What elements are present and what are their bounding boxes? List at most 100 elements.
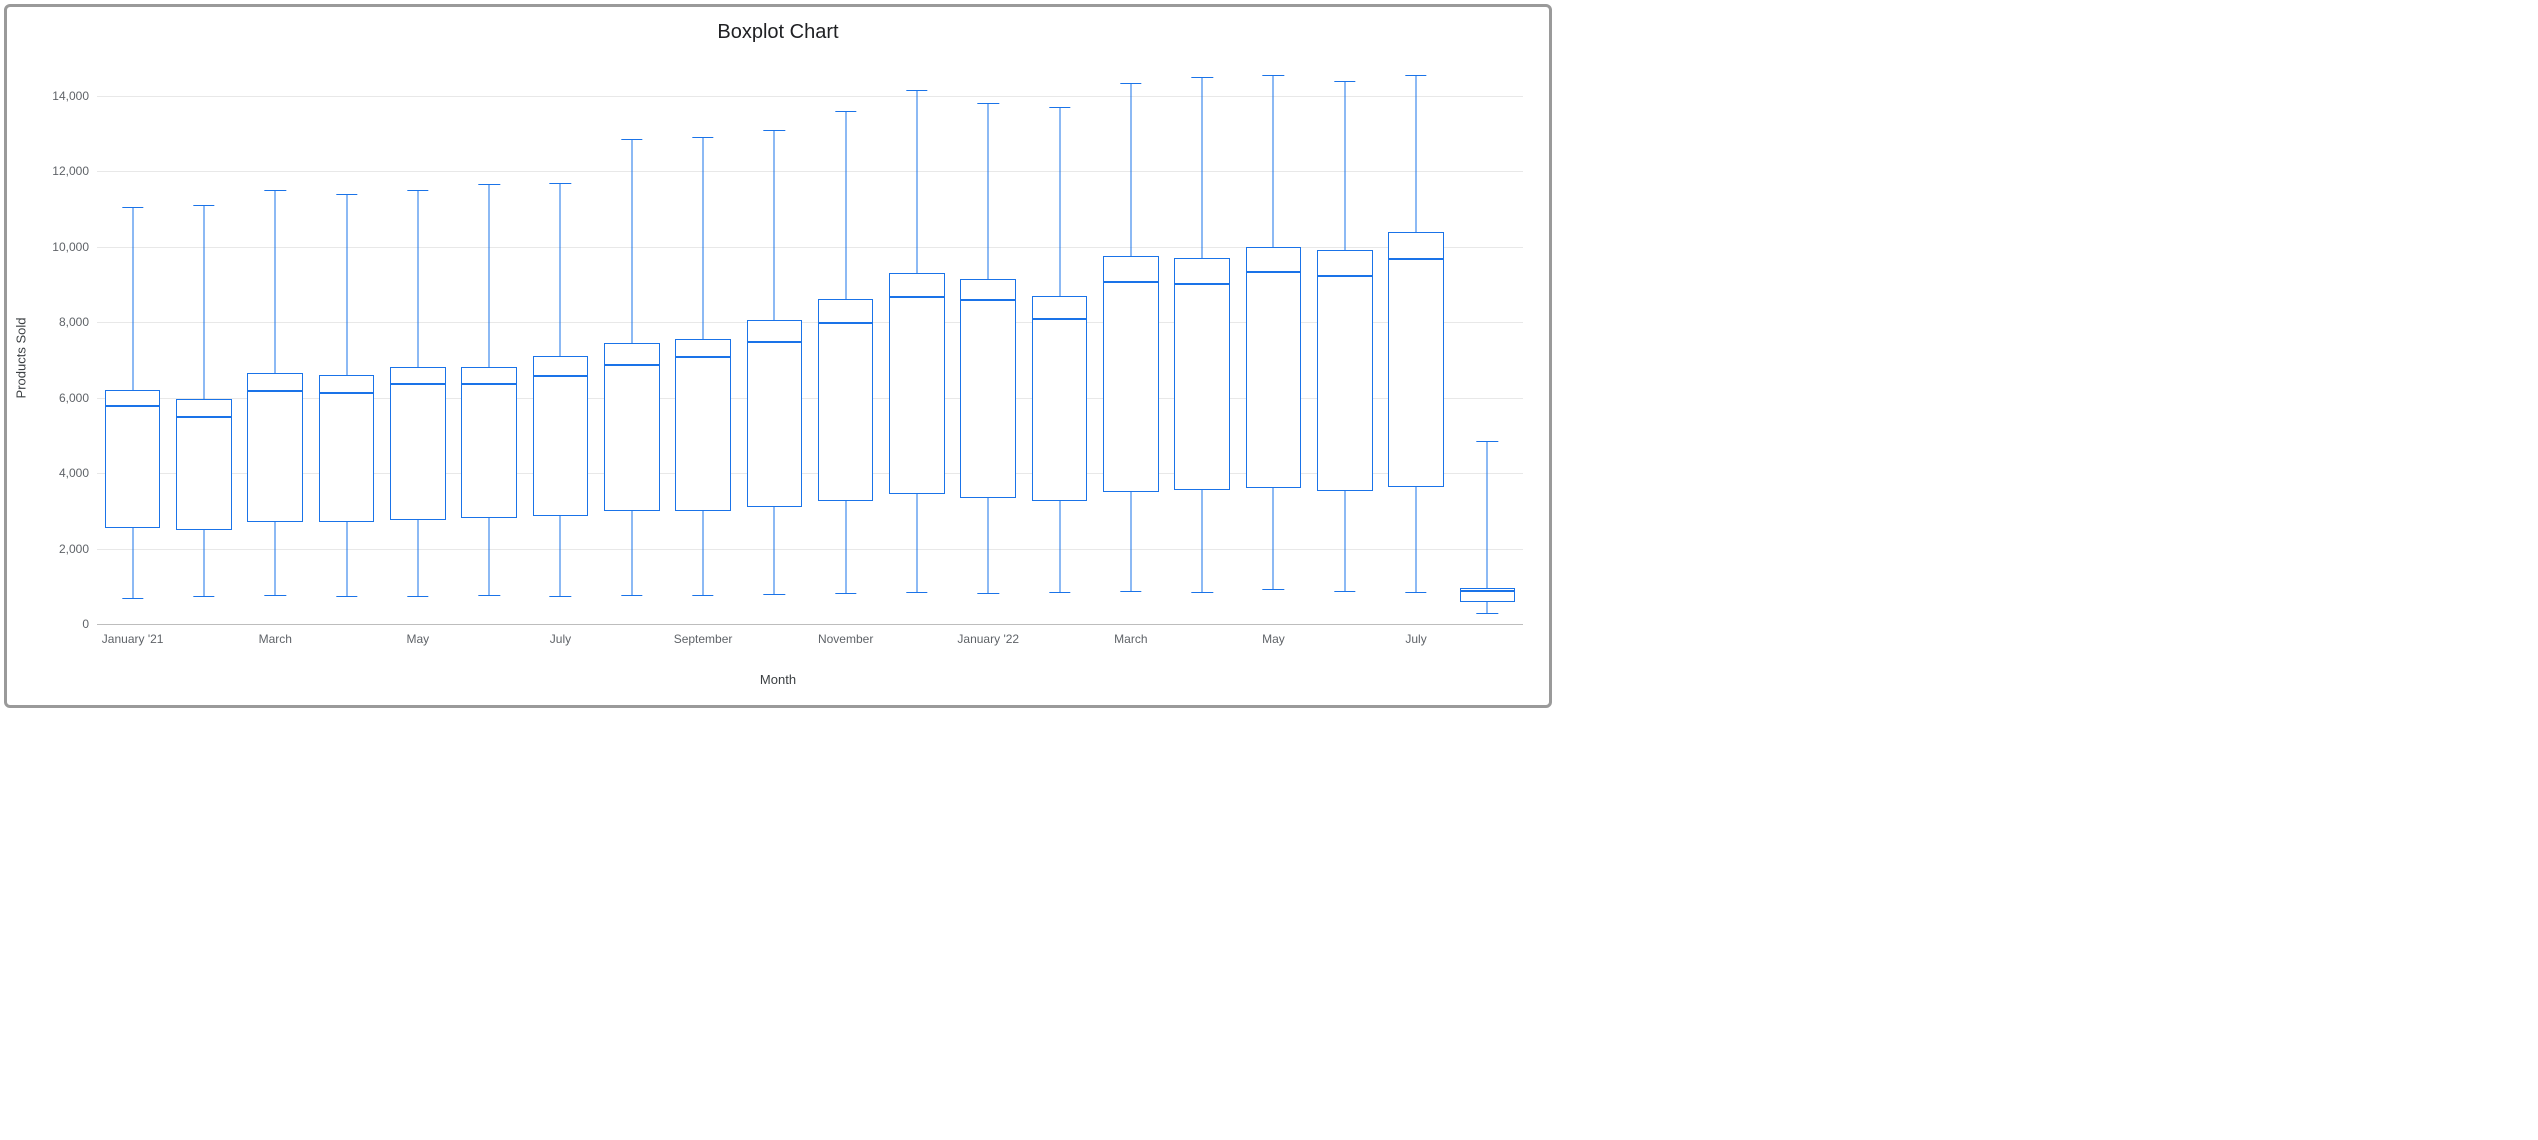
whisker-lower: [774, 507, 775, 594]
boxplot-item: [176, 58, 232, 624]
whisker-lower: [988, 498, 989, 593]
whisker-lower: [1487, 602, 1488, 613]
median-line: [1317, 275, 1373, 277]
x-tick-label: March: [1114, 632, 1147, 646]
boxplot-item: [1032, 58, 1088, 624]
x-tick-label: November: [818, 632, 873, 646]
median-line: [1032, 318, 1088, 320]
cap-min: [906, 592, 927, 593]
boxplot-item: [818, 58, 874, 624]
grid-line: [97, 473, 1523, 474]
cap-max: [265, 190, 286, 191]
grid-line: [97, 398, 1523, 399]
cap-max: [978, 103, 999, 104]
cap-min: [1334, 591, 1355, 592]
x-tick-label: May: [1262, 632, 1285, 646]
x-tick-label: March: [259, 632, 292, 646]
cap-min: [478, 595, 499, 596]
whisker-lower: [1273, 488, 1274, 589]
chart-title: Boxplot Chart: [19, 21, 1537, 44]
grid-line: [97, 549, 1523, 550]
whisker-upper: [774, 130, 775, 321]
median-line: [461, 383, 517, 385]
whisker-lower: [916, 494, 917, 592]
boxplot-item: [1317, 58, 1373, 624]
grid-line: [97, 322, 1523, 323]
cap-max: [1120, 83, 1141, 84]
cap-min: [1405, 592, 1426, 593]
median-line: [176, 416, 232, 418]
boxplot-item: [675, 58, 731, 624]
x-tick-label: May: [407, 632, 430, 646]
whisker-lower: [132, 528, 133, 598]
cap-min: [193, 596, 214, 597]
y-tick-label: 8,000: [59, 315, 89, 329]
cap-max: [906, 90, 927, 91]
whisker-upper: [845, 111, 846, 300]
cap-min: [978, 593, 999, 594]
cap-max: [835, 111, 856, 112]
cap-max: [1191, 77, 1212, 78]
boxplot-item: [1103, 58, 1159, 624]
iqr-box: [1388, 232, 1444, 488]
y-tick-label: 0: [82, 617, 89, 631]
plot-area: 02,0004,0006,0008,00010,00012,00014,000J…: [97, 58, 1523, 624]
cap-min: [621, 595, 642, 596]
cap-max: [1049, 107, 1070, 108]
iqr-box: [1032, 296, 1088, 502]
whisker-upper: [417, 190, 418, 367]
whisker-upper: [1273, 75, 1274, 247]
cap-max: [764, 130, 785, 131]
whisker-upper: [1344, 81, 1345, 251]
iqr-box: [675, 339, 731, 511]
boxplot-item: [247, 58, 303, 624]
cap-max: [1263, 75, 1284, 76]
cap-min: [550, 596, 571, 597]
iqr-box: [818, 299, 874, 501]
boxplot-item: [1174, 58, 1230, 624]
grid-line: [97, 96, 1523, 97]
iqr-box: [461, 367, 517, 518]
cap-min: [1263, 589, 1284, 590]
median-line: [1103, 281, 1159, 283]
x-tick-label: July: [1405, 632, 1426, 646]
median-line: [889, 296, 945, 298]
y-tick-label: 10,000: [52, 240, 89, 254]
cap-max: [1477, 441, 1498, 442]
iqr-box: [1246, 247, 1302, 488]
iqr-box: [1174, 258, 1230, 490]
iqr-box: [247, 373, 303, 522]
whisker-lower: [845, 501, 846, 593]
whisker-lower: [275, 522, 276, 594]
boxplot-item: [319, 58, 375, 624]
iqr-box: [1317, 250, 1373, 491]
x-tick-label: January '22: [957, 632, 1019, 646]
iqr-box: [533, 356, 589, 516]
median-line: [105, 405, 161, 407]
cap-min: [265, 595, 286, 596]
whisker-lower: [631, 511, 632, 595]
cap-min: [336, 596, 357, 597]
whisker-lower: [203, 530, 204, 596]
y-tick-label: 14,000: [52, 89, 89, 103]
cap-min: [764, 594, 785, 595]
median-line: [1460, 590, 1516, 592]
cap-min: [1477, 613, 1498, 614]
x-axis-label: Month: [19, 672, 1537, 687]
cap-max: [336, 194, 357, 195]
iqr-box: [604, 343, 660, 511]
boxplot-item: [604, 58, 660, 624]
whisker-upper: [1202, 77, 1203, 258]
x-tick-label: September: [674, 632, 733, 646]
boxplot-item: [461, 58, 517, 624]
y-axis-label: Products Sold: [14, 318, 29, 399]
iqr-box: [960, 279, 1016, 498]
iqr-box: [105, 390, 161, 528]
cap-max: [1334, 81, 1355, 82]
cap-min: [1191, 592, 1212, 593]
chart-area: Products Sold 02,0004,0006,0008,00010,00…: [19, 48, 1537, 668]
whisker-upper: [346, 194, 347, 375]
whisker-upper: [1059, 107, 1060, 296]
median-line: [747, 341, 803, 343]
whisker-upper: [1487, 441, 1488, 588]
